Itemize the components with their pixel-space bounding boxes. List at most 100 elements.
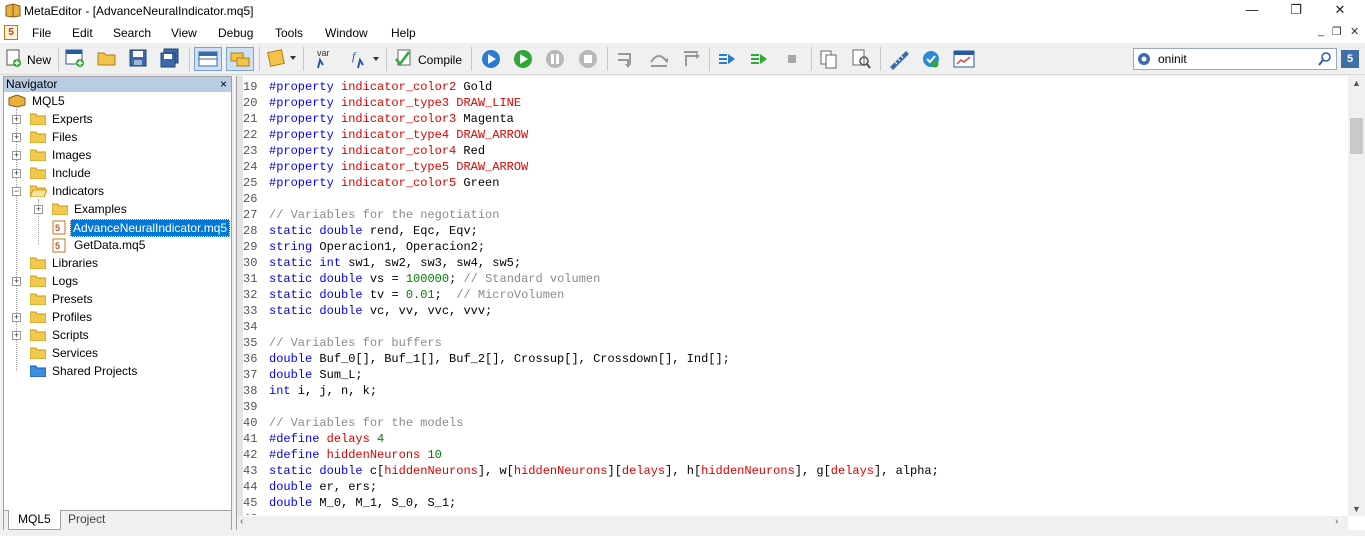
pause-icon[interactable] bbox=[544, 48, 566, 70]
code-line[interactable]: 23 #property indicator_color4 Red bbox=[243, 143, 1343, 159]
start-debug-real-icon[interactable] bbox=[480, 48, 502, 70]
code-area[interactable]: 19 #property indicator_color2 Gold 20 #prop… bbox=[243, 79, 1343, 515]
code-line[interactable]: 27 // Variables for the negotiation bbox=[243, 207, 1343, 223]
tab-mql5[interactable]: MQL5 bbox=[8, 510, 61, 530]
expand-icon[interactable]: + bbox=[12, 313, 21, 322]
restore-button[interactable]: ❐ bbox=[1273, 0, 1319, 22]
expand-icon[interactable]: + bbox=[34, 205, 43, 214]
code-line[interactable]: 32 static double tv = 0.01; // MicroVolum… bbox=[243, 287, 1343, 303]
start-profiling-real-icon[interactable] bbox=[716, 48, 738, 70]
menu-search[interactable]: Search bbox=[113, 26, 151, 40]
expand-icon[interactable]: + bbox=[12, 115, 21, 124]
search-icon[interactable] bbox=[1317, 51, 1333, 70]
list-functions-icon[interactable]: f bbox=[346, 48, 382, 70]
tree-label: Examples bbox=[74, 202, 127, 216]
code-line[interactable]: 25 #property indicator_color5 Green bbox=[243, 175, 1343, 191]
menu-view[interactable]: View bbox=[171, 26, 197, 40]
expand-icon[interactable]: + bbox=[12, 277, 21, 286]
tab-project[interactable]: Project bbox=[59, 510, 114, 530]
expand-icon[interactable]: + bbox=[12, 151, 21, 160]
code-line[interactable]: 44 double er, ers; bbox=[243, 479, 1343, 495]
shield-check-icon[interactable] bbox=[920, 48, 942, 70]
code-line[interactable]: 46 bbox=[243, 511, 1343, 515]
vertical-scrollbar[interactable]: ▲ ▼ bbox=[1348, 76, 1365, 516]
mdi-restore-button[interactable]: ❐ bbox=[1332, 25, 1342, 38]
minimize-button[interactable]: — bbox=[1229, 0, 1275, 22]
code-line[interactable]: 24 #property indicator_type5 DRAW_ARROW bbox=[243, 159, 1343, 175]
close-navigator-button[interactable]: × bbox=[220, 77, 227, 91]
menu-debug[interactable]: Debug bbox=[218, 26, 253, 40]
code-line[interactable]: 36 double Buf_0[], Buf_1[], Buf_2[], Cros… bbox=[243, 351, 1343, 367]
code-line[interactable]: 26 bbox=[243, 191, 1343, 207]
scroll-up-icon[interactable]: ▲ bbox=[1352, 78, 1361, 88]
scrollbar-thumb[interactable] bbox=[1350, 118, 1363, 154]
scroll-left-icon[interactable]: ‹ bbox=[240, 516, 243, 527]
code-line[interactable]: 38 int i, j, n, k; bbox=[243, 383, 1343, 399]
styler-icon[interactable] bbox=[266, 48, 298, 70]
menu-file[interactable]: File bbox=[32, 26, 51, 40]
new-button-label[interactable]: New bbox=[27, 53, 51, 67]
code-editor[interactable]: 19 #property indicator_color2 Gold 20 #prop… bbox=[236, 76, 1365, 530]
code-line[interactable]: 22 #property indicator_type4 DRAW_ARROW bbox=[243, 127, 1343, 143]
code-line[interactable]: 21 #property indicator_color3 Magenta bbox=[243, 111, 1343, 127]
menu-tools[interactable]: Tools bbox=[275, 26, 303, 40]
mdi-minimize-button[interactable]: _ bbox=[1318, 25, 1324, 37]
stop-icon[interactable] bbox=[577, 48, 599, 70]
scroll-down-icon[interactable]: ▼ bbox=[1352, 504, 1361, 514]
code-line[interactable]: 31 static double vs = 100000; // Standard… bbox=[243, 271, 1343, 287]
copy-pages-icon[interactable] bbox=[818, 48, 840, 70]
horizontal-scrollbar[interactable]: ‹ › bbox=[237, 516, 1348, 530]
stop-profiling-icon[interactable] bbox=[781, 48, 803, 70]
toggle-toolbox-icon[interactable] bbox=[226, 47, 254, 71]
code-line[interactable]: 33 static double vc, vv, vvc, vvv; bbox=[243, 303, 1343, 319]
step-into-icon[interactable] bbox=[614, 48, 638, 70]
code-line[interactable]: 41 #define delays 4 bbox=[243, 431, 1343, 447]
document-icon[interactable]: 5 bbox=[4, 25, 18, 40]
code-line[interactable]: 28 static double rend, Eqc, Eqv; bbox=[243, 223, 1343, 239]
compile-button-label[interactable]: Compile bbox=[418, 53, 462, 67]
toggle-navigator-icon[interactable] bbox=[194, 47, 222, 71]
save-icon[interactable] bbox=[128, 48, 148, 70]
mdi-close-button[interactable]: ✕ bbox=[1350, 25, 1359, 38]
scroll-right-icon[interactable]: › bbox=[1335, 516, 1338, 527]
expand-icon[interactable]: + bbox=[12, 331, 21, 340]
gear-icon[interactable] bbox=[1136, 51, 1152, 67]
start-profiling-history-icon[interactable] bbox=[748, 48, 770, 70]
code-line[interactable]: 37 double Sum_L; bbox=[243, 367, 1343, 383]
code-line[interactable]: 43 static double c[hiddenNeurons], w[hidd… bbox=[243, 463, 1343, 479]
find-in-files-icon[interactable] bbox=[850, 48, 872, 70]
search-input[interactable] bbox=[1158, 51, 1308, 67]
compile-icon[interactable] bbox=[393, 48, 415, 70]
code-line[interactable]: 34 bbox=[243, 319, 1343, 335]
step-over-icon[interactable] bbox=[647, 48, 671, 70]
expand-icon[interactable]: + bbox=[12, 169, 21, 178]
collapse-icon[interactable]: − bbox=[12, 187, 21, 196]
folder-icon bbox=[29, 328, 47, 346]
code-line[interactable]: 20 #property indicator_type3 DRAW_LINE bbox=[243, 95, 1343, 111]
list-variables-icon[interactable]: var bbox=[313, 48, 339, 70]
open-folder-icon[interactable] bbox=[96, 48, 118, 70]
code-line[interactable]: 42 #define hiddenNeurons 10 bbox=[243, 447, 1343, 463]
menu-help[interactable]: Help bbox=[391, 26, 416, 40]
menu-edit[interactable]: Edit bbox=[72, 26, 93, 40]
expand-icon[interactable]: + bbox=[12, 133, 21, 142]
step-out-icon[interactable] bbox=[680, 48, 704, 70]
code-line[interactable]: 19 #property indicator_color2 Gold bbox=[243, 79, 1343, 95]
start-debug-history-icon[interactable] bbox=[512, 48, 534, 70]
close-window-button[interactable]: ✕ bbox=[1317, 0, 1363, 22]
code-line[interactable]: 45 double M_0, M_1, S_0, S_1; bbox=[243, 495, 1343, 511]
code-line[interactable]: 29 string Operacion1, Operacion2; bbox=[243, 239, 1343, 255]
new-file-icon[interactable] bbox=[4, 48, 24, 70]
terminal-chart-icon[interactable] bbox=[952, 48, 976, 70]
code-token: 4 bbox=[377, 432, 385, 446]
code-line[interactable]: 30 static int sw1, sw2, sw3, sw4, sw5; bbox=[243, 255, 1343, 271]
code-line[interactable]: 35 // Variables for buffers bbox=[243, 335, 1343, 351]
code-line[interactable]: 40 // Variables for the models bbox=[243, 415, 1343, 431]
new-project-icon[interactable] bbox=[64, 48, 86, 70]
code-line[interactable]: 39 bbox=[243, 399, 1343, 415]
search-results-badge[interactable]: 5 bbox=[1341, 50, 1359, 68]
menu-window[interactable]: Window bbox=[325, 26, 368, 40]
toolbox-ruler-icon[interactable] bbox=[887, 48, 911, 70]
save-all-icon[interactable] bbox=[159, 48, 181, 70]
search-box[interactable] bbox=[1133, 48, 1337, 70]
